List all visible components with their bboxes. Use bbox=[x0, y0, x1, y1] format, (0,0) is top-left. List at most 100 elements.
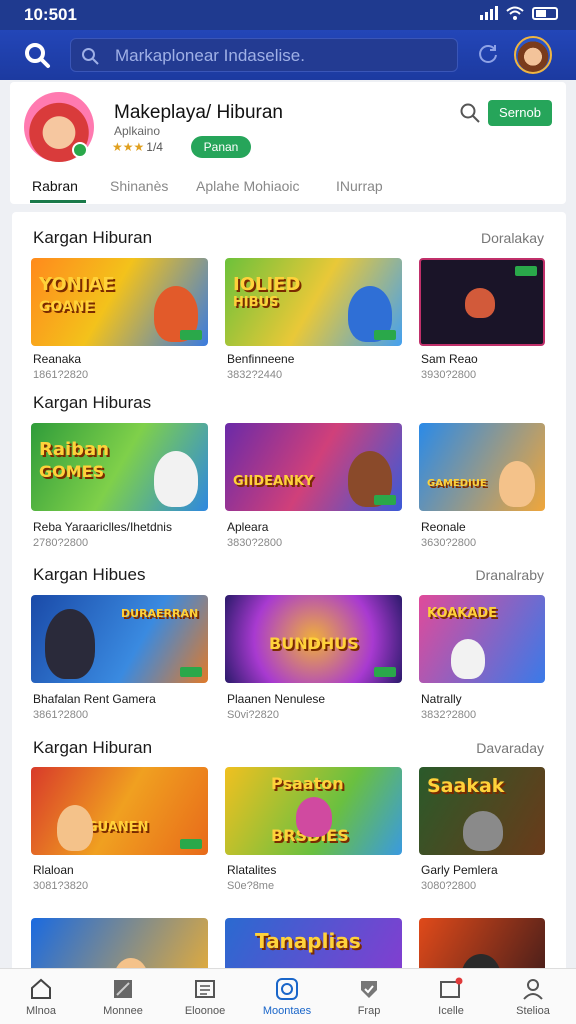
app-icon bbox=[276, 978, 298, 1000]
nav-stelioa[interactable]: Stelioa bbox=[492, 969, 574, 1024]
nav-eloonoe[interactable]: Eloonoe bbox=[164, 969, 246, 1024]
nav-moontaes[interactable]: Moontaes bbox=[246, 969, 328, 1024]
game-meta: S0vi?2820 bbox=[227, 709, 279, 721]
game-meta: 3630?2800 bbox=[421, 537, 477, 549]
tile-text: IOLIED bbox=[233, 274, 301, 295]
game-name[interactable]: Rlatalites bbox=[227, 863, 276, 877]
game-name[interactable]: Natrally bbox=[421, 692, 462, 706]
game-name[interactable]: Reanaka bbox=[33, 352, 81, 366]
character-art bbox=[451, 639, 485, 679]
game-tile[interactable]: KOAKADE bbox=[419, 595, 545, 683]
game-tile[interactable]: IOLIED HIBUS bbox=[225, 258, 402, 346]
tile-text: GIIDEANKY bbox=[233, 474, 314, 489]
game-tile[interactable]: Psaaton BRSDIES bbox=[225, 767, 402, 855]
nav-icelle[interactable]: Icelle bbox=[410, 969, 492, 1024]
nav-label: Frap bbox=[357, 1005, 381, 1017]
game-tile[interactable]: Tanaplias bbox=[225, 918, 402, 972]
tile-text: KOAKADE bbox=[427, 606, 498, 621]
tab-aplahe-mohiaoic[interactable]: Aplahe Mohiaoic bbox=[196, 178, 300, 194]
tab-inurrap[interactable]: INurrap bbox=[336, 178, 383, 194]
app-logo bbox=[24, 92, 94, 162]
book-icon bbox=[195, 980, 215, 998]
nav-monnee[interactable]: Monnee bbox=[82, 969, 164, 1024]
section-title: Kargan Hiburan bbox=[33, 228, 153, 247]
tile-text: DURAERRAN bbox=[121, 607, 199, 620]
shield-icon bbox=[361, 981, 377, 998]
game-name[interactable]: Rlaloan bbox=[33, 863, 74, 877]
top-bar: Markaplonear Indaselise. bbox=[0, 30, 576, 80]
game-meta: 3832?2800 bbox=[421, 709, 477, 721]
tile-badge bbox=[180, 330, 202, 340]
game-name[interactable]: Sam Reao bbox=[421, 352, 478, 366]
game-name[interactable]: Plaanen Nenulese bbox=[227, 692, 325, 706]
rating-value: 1/4 bbox=[146, 140, 163, 154]
game-name[interactable]: Benfinneene bbox=[227, 352, 294, 366]
search-input[interactable]: Markaplonear Indaselise. bbox=[70, 38, 458, 72]
game-meta: 2780?2800 bbox=[33, 537, 89, 549]
header-action-button[interactable]: Sernob bbox=[488, 100, 552, 126]
search-icon[interactable] bbox=[22, 40, 52, 70]
status-icons bbox=[480, 6, 558, 20]
game-tile[interactable]: GIIDEANKY bbox=[225, 423, 402, 511]
nav-label: Mlnoa bbox=[26, 1005, 56, 1017]
avatar[interactable] bbox=[514, 36, 552, 74]
section-more-link[interactable]: Dranalraby bbox=[476, 567, 544, 583]
game-name[interactable]: Reonale bbox=[421, 520, 466, 534]
app-title: Makeplaya/ Hiburan bbox=[114, 102, 283, 123]
app-header-card: Makeplaya/ Hiburan Aplkaino ★★★ 1/4 Panan… bbox=[10, 82, 566, 204]
tile-text: HIBUS bbox=[233, 295, 279, 310]
section-title: Kargan Hiburan bbox=[33, 738, 153, 757]
home-icon bbox=[31, 978, 51, 999]
character-art bbox=[45, 609, 95, 679]
app-subtitle: Aplkaino bbox=[114, 124, 161, 138]
search-placeholder: Markaplonear Indaselise. bbox=[115, 46, 305, 65]
tile-badge bbox=[374, 667, 396, 677]
tile-text: Raiban bbox=[39, 439, 110, 460]
star-icons: ★★★ bbox=[112, 140, 145, 154]
nav-home[interactable]: Mlnoa bbox=[0, 969, 82, 1024]
game-meta: 1861?2820 bbox=[33, 369, 89, 381]
game-tile[interactable] bbox=[419, 918, 545, 972]
section-title: Kargan Hibues bbox=[33, 565, 146, 584]
game-name[interactable]: Reba Yaraariclles/Ihetdnis bbox=[33, 520, 172, 534]
game-tile[interactable]: GUANEN bbox=[31, 767, 208, 855]
wifi-icon bbox=[506, 6, 524, 20]
character-art bbox=[154, 451, 198, 507]
character-art bbox=[499, 461, 535, 507]
refresh-icon[interactable] bbox=[476, 42, 500, 66]
content-list[interactable]: Kargan Hiburan Doralakay YONIAE GOANE Re… bbox=[12, 212, 566, 972]
section-more-link[interactable]: Davaraday bbox=[476, 740, 544, 756]
game-tile[interactable]: DURAERRAN bbox=[31, 595, 208, 683]
tile-text: Saakak bbox=[427, 775, 505, 797]
game-name[interactable]: Bhafalan Rent Gamera bbox=[33, 692, 156, 706]
nav-frap[interactable]: Frap bbox=[328, 969, 410, 1024]
tab-shinanes[interactable]: Shinanès bbox=[110, 178, 168, 194]
signal-icon bbox=[480, 6, 498, 20]
status-bar: 10:501 bbox=[0, 0, 576, 30]
status-time: 10:501 bbox=[24, 5, 77, 24]
game-tile[interactable]: Raiban GOMES bbox=[31, 423, 208, 511]
tile-text: GOANE bbox=[39, 299, 95, 315]
nav-label: Monnee bbox=[103, 1005, 143, 1017]
game-tile[interactable]: BUNDHUS bbox=[225, 595, 402, 683]
active-tab-indicator bbox=[30, 200, 86, 203]
nav-label: Icelle bbox=[438, 1005, 464, 1017]
game-tile[interactable] bbox=[31, 918, 208, 972]
nav-label: Moontaes bbox=[262, 1005, 312, 1017]
inbox-icon bbox=[440, 977, 463, 998]
search-icon[interactable] bbox=[459, 102, 481, 124]
game-tile[interactable]: GAMEDIUE bbox=[419, 423, 545, 511]
game-tile[interactable]: Saakak bbox=[419, 767, 545, 855]
section-more-link[interactable]: Doralakay bbox=[481, 230, 544, 246]
game-tile[interactable] bbox=[419, 258, 545, 346]
game-name[interactable]: Garly Pemlera bbox=[421, 863, 498, 877]
tab-rabran[interactable]: Rabran bbox=[32, 178, 78, 194]
game-tile[interactable]: YONIAE GOANE bbox=[31, 258, 208, 346]
profile-icon bbox=[523, 979, 543, 1000]
tab-bar: Rabran Shinanès Aplahe Mohiaoic INurrap bbox=[10, 176, 566, 204]
bottom-nav: Mlnoa Monnee Eloonoe Moontaes Frap Icell… bbox=[0, 968, 576, 1024]
install-button[interactable]: Panan bbox=[191, 136, 251, 158]
game-name[interactable]: Apleara bbox=[227, 520, 268, 534]
tile-text: GAMEDIUE bbox=[427, 478, 487, 489]
tile-badge bbox=[374, 330, 396, 340]
